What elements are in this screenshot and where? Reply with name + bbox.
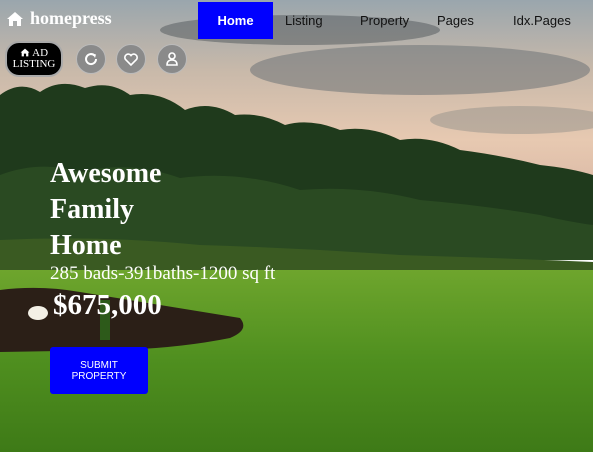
ad-listing-line2: LISTING	[12, 58, 56, 70]
favorite-button[interactable]	[116, 44, 146, 74]
account-button[interactable]	[157, 44, 187, 74]
user-icon	[166, 52, 178, 66]
nav-item-listing[interactable]: Listing	[285, 2, 323, 39]
home-icon	[7, 11, 23, 26]
listing-title: Awesome Family Home	[50, 156, 161, 264]
submit-property-label: SUBMIT PROPERTY	[71, 359, 127, 382]
refresh-icon	[85, 53, 98, 66]
brand-name: homepress	[30, 8, 112, 28]
nav-item-idx-pages[interactable]: Idx.Pages	[513, 2, 571, 39]
title-line: Home	[50, 230, 122, 261]
submit-property-button[interactable]: SUBMIT PROPERTY	[50, 347, 148, 394]
title-line: Family	[50, 194, 134, 225]
nav-item-property[interactable]: Property	[360, 2, 409, 39]
listing-specs: 285 bads-391baths-1200 sq ft	[50, 263, 276, 284]
brand-logo[interactable]: homepress	[6, 8, 112, 29]
title-line: Awesome	[50, 158, 162, 189]
nav-item-pages[interactable]: Pages	[437, 2, 474, 39]
home-icon	[20, 48, 30, 57]
heart-icon	[124, 53, 138, 67]
ad-listing-button[interactable]: AD LISTING	[5, 41, 63, 77]
listing-price: $675,000	[53, 289, 162, 321]
nav-item-home[interactable]: Home	[198, 2, 273, 39]
refresh-button[interactable]	[76, 44, 106, 74]
